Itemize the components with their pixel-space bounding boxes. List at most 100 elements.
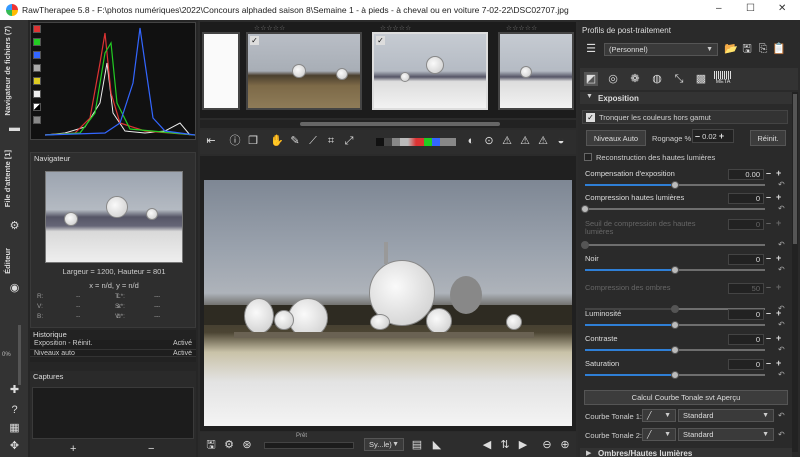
- checkbox-icon[interactable]: ✓: [376, 36, 385, 45]
- add-capture-button[interactable]: +: [70, 443, 76, 455]
- checkbox-icon[interactable]: ✓: [250, 36, 259, 45]
- thumbnail[interactable]: [498, 32, 574, 110]
- decrement-button[interactable]: –: [766, 358, 771, 368]
- slider-reset-icon[interactable]: ↶: [778, 345, 785, 354]
- main-photo[interactable]: [204, 180, 572, 426]
- before-after-icon[interactable]: ❐: [246, 134, 260, 148]
- slider-value-field[interactable]: 0: [728, 254, 764, 265]
- slider-reset-icon[interactable]: ↶: [778, 320, 785, 329]
- focus-mask-icon[interactable]: ◐: [464, 134, 478, 148]
- help-icon[interactable]: ?: [8, 404, 21, 417]
- decrement-button[interactable]: –: [766, 333, 771, 343]
- stack-selector[interactable]: Sy...le) ▼: [364, 438, 404, 451]
- crop-icon[interactable]: ⌗: [324, 134, 338, 148]
- copy-profile-icon[interactable]: ⎘: [756, 42, 770, 56]
- save-profile-icon[interactable]: 🖫: [740, 42, 754, 56]
- slider-value-field[interactable]: 0: [728, 359, 764, 370]
- open-profile-icon[interactable]: 📂: [724, 42, 738, 56]
- increment-button[interactable]: +: [776, 358, 781, 368]
- decrement-button[interactable]: –: [766, 282, 771, 292]
- slider-value-field[interactable]: 50: [728, 283, 764, 294]
- rating-stars[interactable]: ☆☆☆☆☆: [506, 24, 538, 32]
- slider-track[interactable]: [585, 321, 765, 329]
- add-pin-icon[interactable]: ✚: [8, 384, 21, 397]
- chroma-toggle[interactable]: [33, 77, 41, 85]
- bar-toggle[interactable]: [33, 103, 41, 111]
- curve1-mode-select[interactable]: Standard ▼: [678, 409, 774, 422]
- captures-list[interactable]: [32, 387, 194, 439]
- curve1-reset-icon[interactable]: ↶: [778, 411, 785, 420]
- tab-queue[interactable]: File d'attente [1]: [3, 150, 12, 207]
- slider-knob[interactable]: [581, 241, 589, 249]
- increment-button[interactable]: +: [776, 218, 781, 228]
- highlight-reconstruction-checkbox[interactable]: [584, 153, 592, 161]
- rating-stars[interactable]: ☆☆☆☆☆: [380, 24, 412, 32]
- sync-icon[interactable]: ⇅: [498, 438, 512, 452]
- decrement-button[interactable]: –: [766, 168, 771, 178]
- curve2-reset-icon[interactable]: ↶: [778, 430, 785, 439]
- next-image-icon[interactable]: ▶: [516, 438, 530, 452]
- image-preview[interactable]: [200, 156, 576, 431]
- transform-icon[interactable]: ⤢: [342, 134, 356, 148]
- reset-button[interactable]: Réinit.: [750, 130, 786, 146]
- scrollbar-thumb[interactable]: [793, 94, 797, 244]
- slider-track[interactable]: [581, 205, 765, 213]
- slider-knob[interactable]: [581, 205, 589, 213]
- tab-file-browser[interactable]: Navigateur de fichiers (7): [3, 26, 12, 116]
- curve2-type-select[interactable]: ╱ ▼: [642, 428, 676, 441]
- gears-icon[interactable]: ⚙: [8, 220, 21, 233]
- slider-value-field[interactable]: 0: [728, 309, 764, 320]
- preview-background-selector[interactable]: [376, 138, 456, 146]
- zoom-slider[interactable]: [18, 325, 21, 385]
- decrement-button[interactable]: –: [766, 192, 771, 202]
- slider-reset-icon[interactable]: ↶: [778, 204, 785, 213]
- minimize-button[interactable]: –: [716, 3, 722, 14]
- clip-gamut-checkbox[interactable]: ✓: [586, 113, 595, 122]
- grid-icon[interactable]: ▦: [8, 422, 21, 435]
- white-balance-picker-icon[interactable]: ✎: [288, 134, 302, 148]
- navigator-thumbnail[interactable]: [45, 171, 183, 263]
- curve1-type-select[interactable]: ╱ ▼: [642, 409, 676, 422]
- increment-button[interactable]: +: [776, 253, 781, 263]
- paste-profile-icon[interactable]: 📋: [772, 42, 786, 56]
- slider-track[interactable]: [585, 371, 765, 379]
- tab-detail-icon[interactable]: ◎: [606, 72, 620, 86]
- slider-value-field[interactable]: 0: [728, 193, 764, 204]
- hide-panel-icon[interactable]: ⇤: [204, 134, 218, 148]
- increment-button[interactable]: +: [776, 168, 781, 178]
- info-icon[interactable]: ⓘ: [228, 134, 242, 148]
- slider-value-field[interactable]: 0.00: [728, 169, 764, 180]
- increment-button[interactable]: +: [776, 192, 781, 202]
- scrollbar-thumb[interactable]: [300, 122, 500, 126]
- thumbnail[interactable]: ✓: [246, 32, 362, 110]
- slider-knob[interactable]: [671, 321, 679, 329]
- decrement-button[interactable]: –: [766, 253, 771, 263]
- slider-value-field[interactable]: 0: [728, 334, 764, 345]
- shadow-clip-icon[interactable]: ⊙: [482, 134, 496, 148]
- warning-icon[interactable]: ⚠: [500, 134, 514, 148]
- decrement-button[interactable]: –: [766, 308, 771, 318]
- tab-raw-icon[interactable]: ▩: [694, 72, 708, 86]
- histogram-matching-icon[interactable]: ▤: [410, 438, 424, 452]
- slider-track[interactable]: [585, 266, 765, 274]
- folder-icon[interactable]: ▬: [8, 122, 21, 135]
- slider-reset-icon[interactable]: ↶: [778, 370, 785, 379]
- move-icon[interactable]: ✥: [8, 440, 21, 453]
- external-editor-icon[interactable]: ⊛: [240, 438, 254, 452]
- red-channel-toggle[interactable]: [33, 25, 41, 33]
- increment-button[interactable]: +: [776, 333, 781, 343]
- slider-value-field[interactable]: 0: [728, 219, 764, 230]
- tab-editor[interactable]: Éditeur: [3, 248, 12, 274]
- previous-image-icon[interactable]: ◀: [480, 438, 494, 452]
- send-to-queue-icon[interactable]: ⚙: [222, 438, 236, 452]
- profile-select[interactable]: (Personnel) ▼: [604, 43, 718, 56]
- increment-button[interactable]: +: [776, 308, 781, 318]
- save-icon[interactable]: 🖫: [204, 438, 218, 452]
- thumbnail-selected[interactable]: ✓: [372, 32, 488, 110]
- rating-stars[interactable]: ☆☆☆☆☆: [254, 24, 286, 32]
- slider-reset-icon[interactable]: ↶: [778, 240, 785, 249]
- slider-track[interactable]: [585, 346, 765, 354]
- profile-list-icon[interactable]: ☰: [584, 42, 598, 56]
- aperture-icon[interactable]: ◉: [8, 282, 21, 295]
- tab-transform-icon[interactable]: ⤡: [672, 72, 686, 86]
